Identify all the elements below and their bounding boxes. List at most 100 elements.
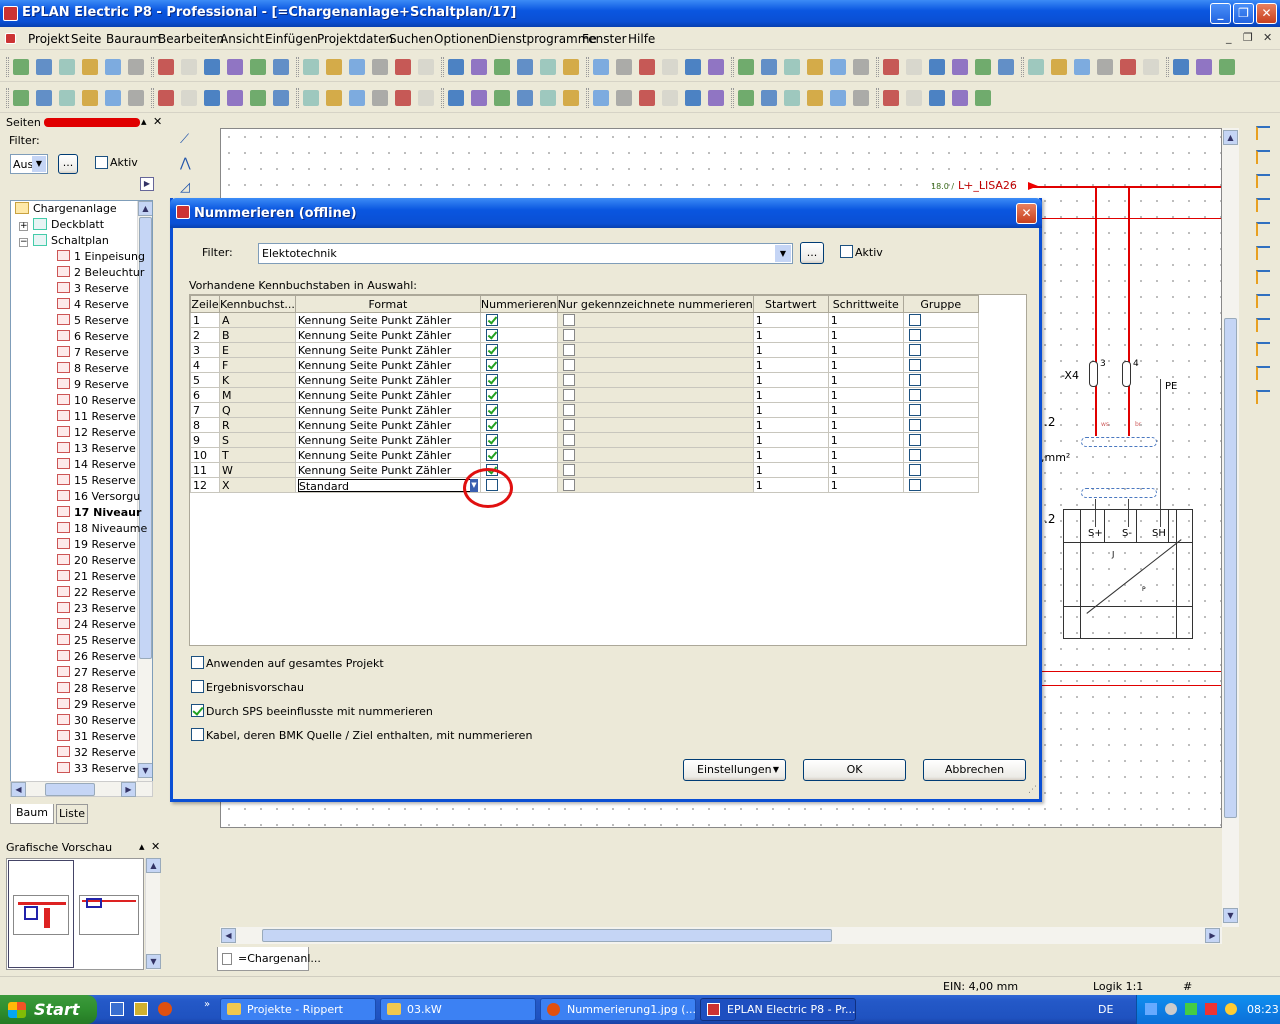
cell-gruppe[interactable] xyxy=(902,462,979,478)
toolbar-button-icon[interactable] xyxy=(883,90,899,106)
option-whole-project-checkbox[interactable] xyxy=(191,656,204,669)
tree-page-item[interactable]: 2 Beleuchtur xyxy=(57,265,144,281)
tree-page-item[interactable]: 21 Reserve xyxy=(57,569,136,585)
preview-pin-icon[interactable]: ▴ xyxy=(139,840,145,853)
table-row[interactable]: 10 T Kennung Seite Punkt Zähler 1 1 xyxy=(190,447,979,463)
nur-gekennzeichnete-checkbox[interactable] xyxy=(562,328,575,341)
toolbar-button-icon[interactable] xyxy=(1143,59,1159,75)
tree-scroll-thumb[interactable] xyxy=(139,217,152,659)
menu-bauraum[interactable]: Bauraum xyxy=(106,32,161,46)
cell-startwert[interactable]: 1 xyxy=(752,417,829,433)
tree-page-item[interactable]: 13 Reserve xyxy=(57,441,136,457)
col-gruppe[interactable]: Gruppe xyxy=(902,295,979,313)
toolbar-button-icon[interactable] xyxy=(540,59,556,75)
toolbar-button-icon[interactable] xyxy=(59,59,75,75)
toolbar-button-icon[interactable] xyxy=(853,90,869,106)
gruppe-checkbox[interactable] xyxy=(908,463,921,476)
tree-page-item[interactable]: 10 Reserve xyxy=(57,393,136,409)
collapse-icon[interactable]: − xyxy=(19,238,28,247)
canvas-scroll-left-icon[interactable]: ◀ xyxy=(221,928,236,943)
format-select[interactable]: Standard ▼ xyxy=(297,478,478,492)
transmitter-device[interactable]: S+ S- SH J P xyxy=(1063,509,1193,639)
toolbar-button-icon[interactable] xyxy=(807,90,823,106)
mdi-minimize-icon[interactable]: _ xyxy=(1226,31,1232,44)
nummerieren-checkbox[interactable] xyxy=(485,373,498,386)
cell-nur-gekennzeichnete[interactable] xyxy=(556,312,754,328)
tree-page-item[interactable]: 31 Reserve xyxy=(57,729,136,745)
toolbar-button-icon[interactable] xyxy=(662,59,678,75)
toolbar-button-icon[interactable] xyxy=(105,90,121,106)
toolbar-button-icon[interactable] xyxy=(13,59,29,75)
tree-page-item[interactable]: 28 Reserve xyxy=(57,681,136,697)
toolbar-button-icon[interactable] xyxy=(181,90,197,106)
cell-format[interactable]: Standard ▼ xyxy=(294,477,481,493)
cell-nummerieren[interactable] xyxy=(479,327,558,343)
toolbar-button-icon[interactable] xyxy=(227,90,243,106)
cell-startwert[interactable]: 1 xyxy=(752,432,829,448)
canvas-horizontal-scrollbar[interactable]: ◀ ▶ xyxy=(220,927,1222,944)
nummerieren-checkbox[interactable] xyxy=(485,358,498,371)
toolbar-grip[interactable] xyxy=(6,57,9,77)
table-row[interactable]: 5 K Kennung Seite Punkt Zähler 1 1 xyxy=(190,372,979,388)
gruppe-checkbox[interactable] xyxy=(908,343,921,356)
toolbar-button-icon[interactable] xyxy=(448,90,464,106)
nur-gekennzeichnete-checkbox[interactable] xyxy=(562,373,575,386)
connection-symbol-icon[interactable] xyxy=(1256,294,1270,308)
cell-format[interactable]: Kennung Seite Punkt Zähler xyxy=(294,462,481,478)
toolbar-button-icon[interactable] xyxy=(738,90,754,106)
table-row[interactable]: 11 W Kennung Seite Punkt Zähler 1 1 xyxy=(190,462,979,478)
table-row[interactable]: 7 Q Kennung Seite Punkt Zähler 1 1 xyxy=(190,402,979,418)
tray-icon-4[interactable] xyxy=(1205,1003,1217,1015)
nur-gekennzeichnete-checkbox[interactable] xyxy=(562,343,575,356)
toolbar-button-icon[interactable] xyxy=(685,90,701,106)
gruppe-checkbox[interactable] xyxy=(908,328,921,341)
col-zeile[interactable]: Zeile xyxy=(190,295,220,313)
toolbar-button-icon[interactable] xyxy=(1074,59,1090,75)
preview-thumb-current[interactable] xyxy=(8,860,74,968)
cell-startwert[interactable]: 1 xyxy=(752,357,829,373)
cell-nummerieren[interactable] xyxy=(479,402,558,418)
cell-schrittweite[interactable]: 1 xyxy=(827,402,904,418)
pages-filter-browse-button[interactable]: ... xyxy=(58,154,78,174)
nur-gekennzeichnete-checkbox[interactable] xyxy=(562,388,575,401)
toolbar-button-icon[interactable] xyxy=(372,90,388,106)
maximize-button[interactable]: ❐ xyxy=(1233,3,1254,24)
cell-startwert[interactable]: 1 xyxy=(752,372,829,388)
col-schrittweite[interactable]: Schrittweite xyxy=(827,295,904,313)
table-row[interactable]: 3 E Kennung Seite Punkt Zähler 1 1 xyxy=(190,342,979,358)
toolbar-button-icon[interactable] xyxy=(349,90,365,106)
tree-page-item[interactable]: 26 Reserve xyxy=(57,649,136,665)
toolbar-button-icon[interactable] xyxy=(158,90,174,106)
nur-gekennzeichnete-checkbox[interactable] xyxy=(562,418,575,431)
toolbar-button-icon[interactable] xyxy=(395,90,411,106)
toolbar-button-icon[interactable] xyxy=(494,90,510,106)
toolbar-button-icon[interactable] xyxy=(471,90,487,106)
toolbar-grip[interactable] xyxy=(296,88,299,108)
toolbar-button-icon[interactable] xyxy=(540,90,556,106)
polygon-tool-icon[interactable]: ◿ xyxy=(180,180,190,195)
toolbar-button-icon[interactable] xyxy=(929,90,945,106)
toolbar-button-icon[interactable] xyxy=(761,90,777,106)
connection-symbol-icon[interactable] xyxy=(1256,318,1270,332)
cell-gruppe[interactable] xyxy=(902,327,979,343)
canvas-vertical-scrollbar[interactable]: ▲ ▼ xyxy=(1222,128,1239,927)
cell-nur-gekennzeichnete[interactable] xyxy=(556,372,754,388)
toolbar-grip[interactable] xyxy=(151,57,154,77)
cell-schrittweite[interactable]: 1 xyxy=(827,312,904,328)
option-preview-checkbox[interactable] xyxy=(191,680,204,693)
tree-page-item[interactable]: 12 Reserve xyxy=(57,425,136,441)
toolbar-button-icon[interactable] xyxy=(975,59,991,75)
cell-gruppe[interactable] xyxy=(902,447,979,463)
toolbar-button-icon[interactable] xyxy=(784,90,800,106)
tree-hscroll-thumb[interactable] xyxy=(45,783,95,796)
preview-scroll-up-icon[interactable]: ▲ xyxy=(146,858,161,873)
preview-scroll-down-icon[interactable]: ▼ xyxy=(146,954,161,969)
table-row[interactable]: 8 R Kennung Seite Punkt Zähler 1 1 xyxy=(190,417,979,433)
canvas-scroll-up-icon[interactable]: ▲ xyxy=(1223,130,1238,145)
tree-page-item[interactable]: 16 Versorgu xyxy=(57,489,140,505)
mdi-close-icon[interactable]: ✕ xyxy=(1263,31,1272,44)
toolbar-button-icon[interactable] xyxy=(36,59,52,75)
connection-symbol-icon[interactable] xyxy=(1256,390,1270,404)
connection-symbol-icon[interactable] xyxy=(1256,222,1270,236)
tree-page-item[interactable]: 14 Reserve xyxy=(57,457,136,473)
